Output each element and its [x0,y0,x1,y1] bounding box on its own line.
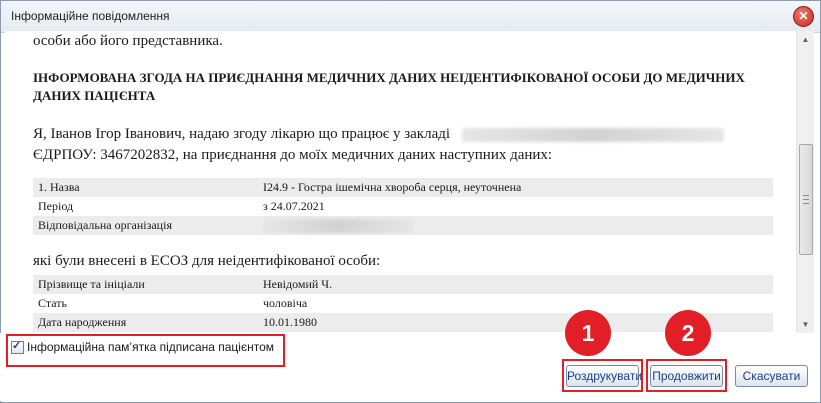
unidentified-person-table: Прізвище та ініціали Невідомий Ч. Стать … [33,275,773,332]
table-key: Прізвище та ініціали [33,275,258,294]
para-top: особи або його представника. [33,33,223,49]
checkbox-label[interactable]: Інформаційна пам’ятка підписана пацієнто… [27,340,274,354]
table-key: 1. Назва [33,178,258,197]
checkbox-checked-icon[interactable] [11,339,24,354]
consent-text: Я, Іванов Ігор Іванович, надаю згоду лік… [33,124,773,166]
table-value: чоловіча [263,296,308,310]
redacted-facility [461,127,724,142]
table-row: 1. Назва I24.9 - Гостра ішемічна хвороба… [33,178,773,197]
grip-icon [803,195,809,204]
consent-heading: ІНФОРМОВАНА ЗГОДА НА ПРИЄДНАННЯ МЕДИЧНИХ… [33,70,745,103]
consent-line-1: Я, Іванов Ігор Іванович, надаю згоду лік… [33,126,451,142]
continue-button[interactable]: Продовжити [650,365,723,387]
close-icon[interactable]: ✕ [793,6,814,27]
table-row: Дата народження 10.01.1980 [33,313,773,332]
table-key: Період [38,199,74,213]
table-row: Прізвище та ініціали Невідомий Ч. [33,275,773,294]
table-row: Відповідальна організація [33,216,773,235]
step-badge-1: 1 [565,310,611,356]
table-value: I24.9 - Гостра ішемічна хвороба серця, н… [258,178,773,197]
scroll-thumb[interactable] [799,144,813,255]
titlebar: Інформаційне повідомлення ✕ [1,1,820,33]
message-content: особи або його представника. ІНФОРМОВАНА… [5,31,796,333]
scroll-up-arrow-icon[interactable]: ▲ [797,31,814,48]
table-value: з 24.07.2021 [263,199,325,213]
section-title: які були внесені в ЕСОЗ для неідентифіко… [33,253,381,269]
scroll-down-arrow-icon[interactable]: ▼ [797,316,814,333]
step-badge-2: 2 [665,310,711,356]
table-value [258,216,773,235]
table-key: Стать [38,296,67,310]
table-row: Стать чоловіча [33,294,773,313]
signed-checkbox[interactable]: Інформаційна пам’ятка підписана пацієнто… [11,339,274,354]
consent-line-2: ЄДРПОУ: 3467202832, на приєднання до мої… [33,147,553,163]
cancel-button[interactable]: Скасувати [735,365,808,387]
redacted-organization [263,219,413,234]
table-key: Відповідальна організація [33,216,258,235]
print-button[interactable]: Роздрукувати [566,365,642,387]
record-table: 1. Назва I24.9 - Гостра ішемічна хвороба… [33,178,773,235]
table-row: Період з 24.07.2021 [33,197,773,216]
table-value: Невідомий Ч. [258,275,773,294]
window-title: Інформаційне повідомлення [11,9,170,23]
vertical-scrollbar[interactable]: ▲ ▼ [796,31,814,333]
table-key: Дата народження [33,313,258,332]
